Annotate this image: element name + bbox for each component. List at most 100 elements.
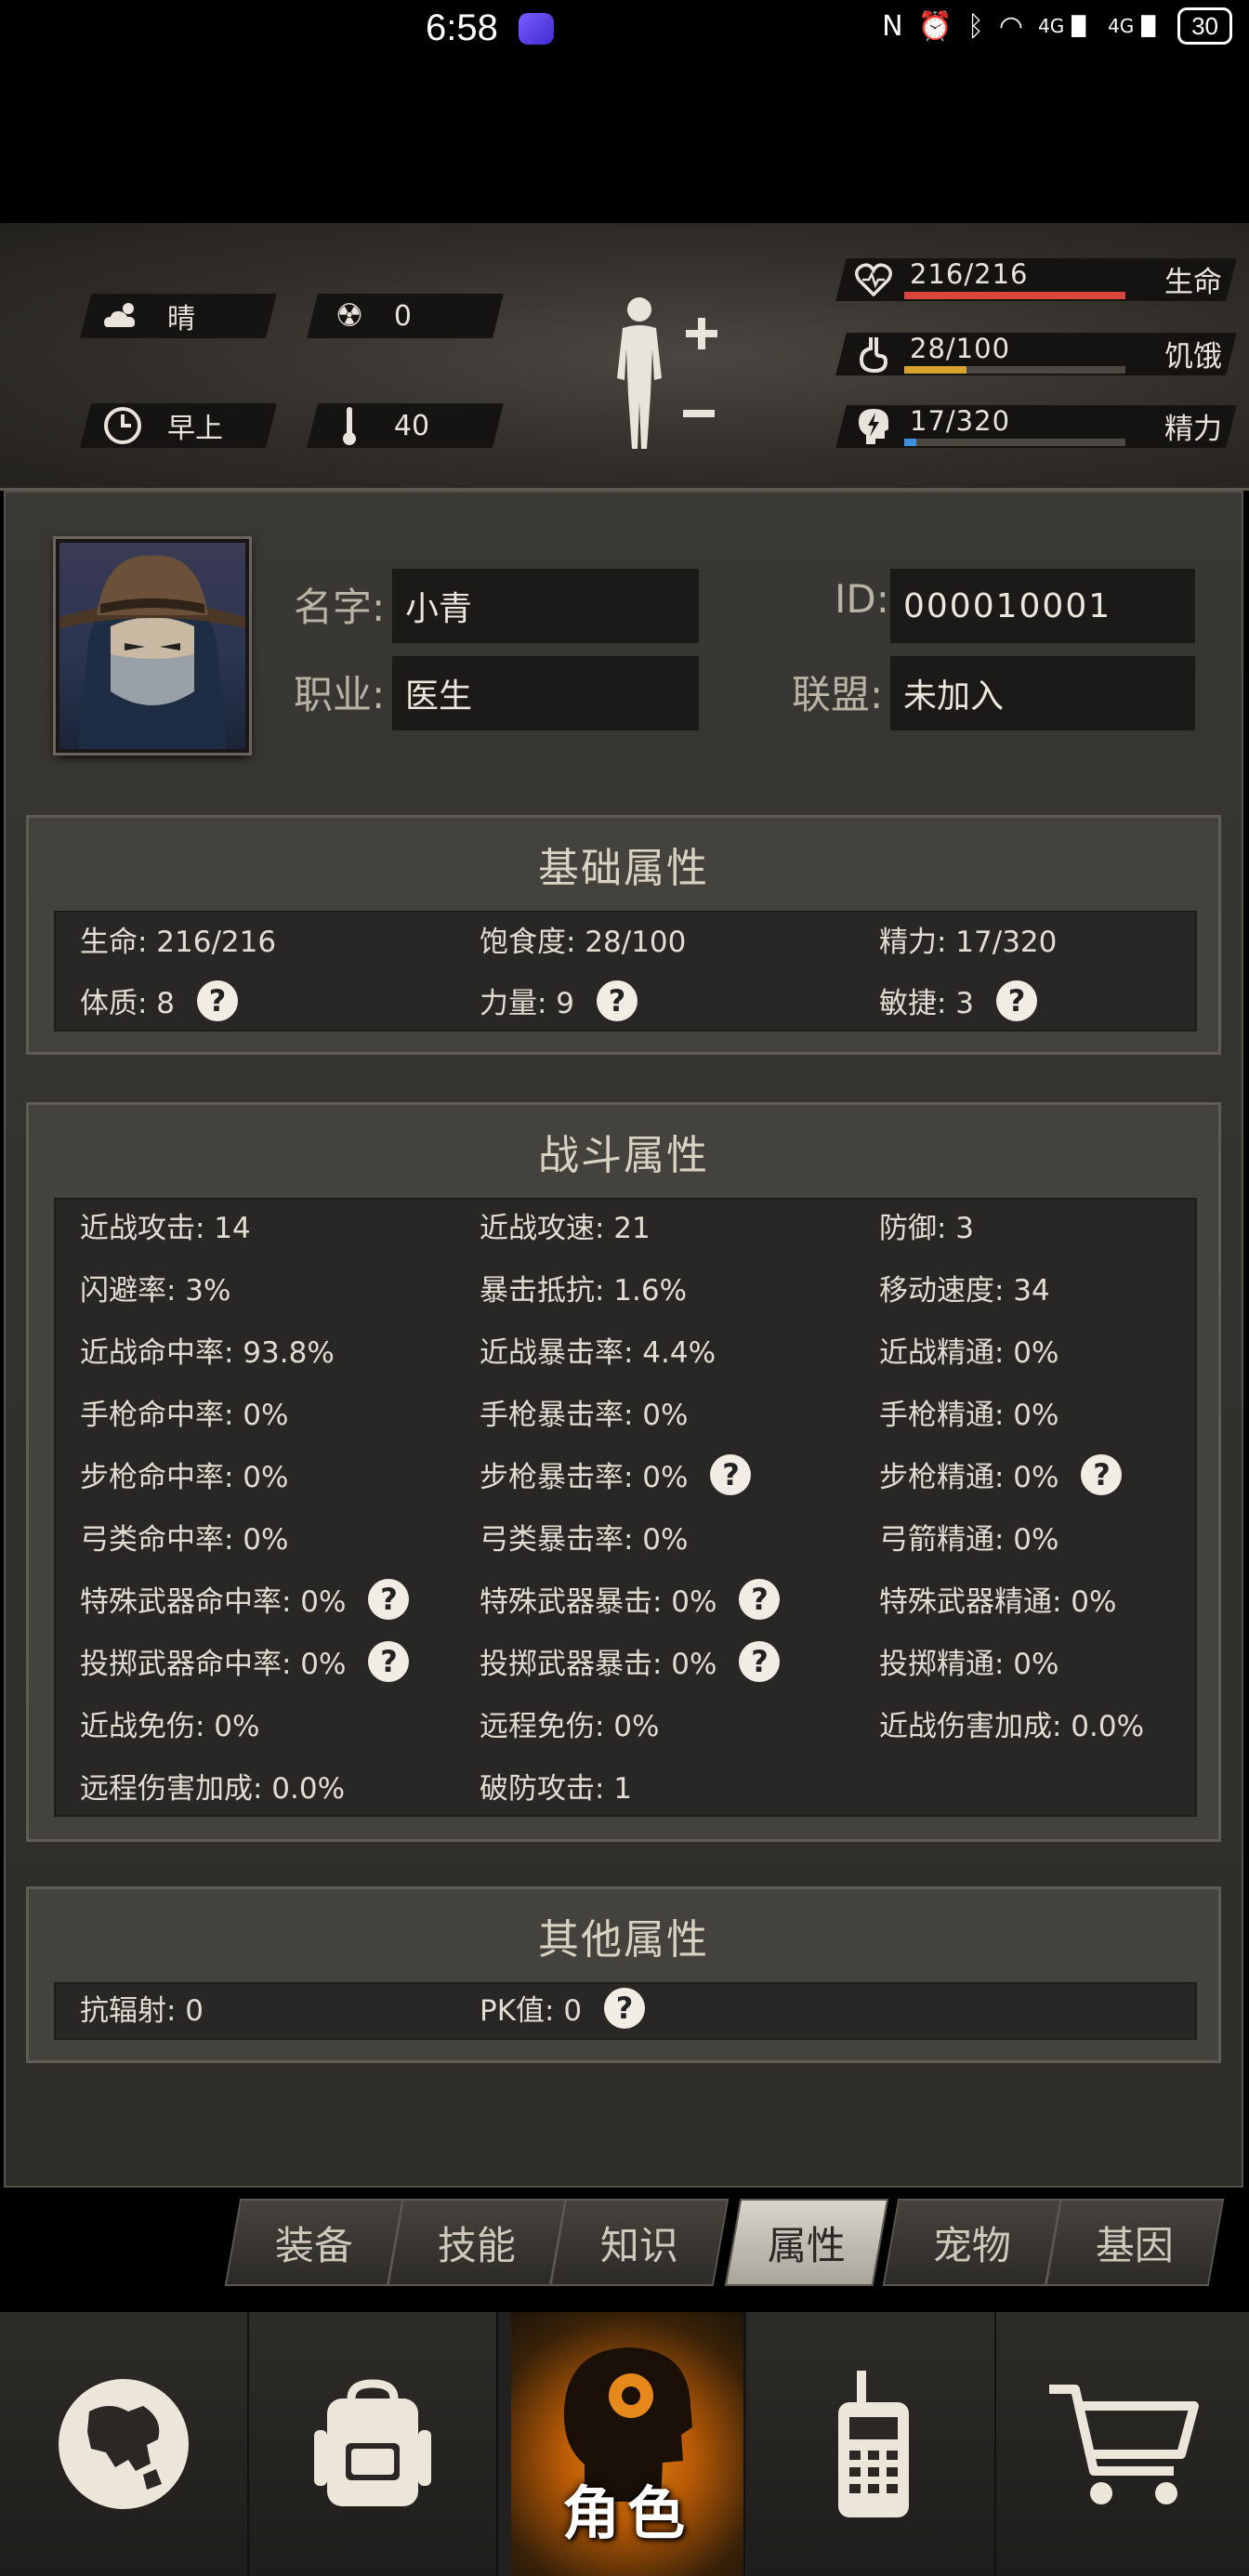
- attribute-text: 特殊武器暴击: 0%: [480, 1585, 717, 1619]
- human-body-icon: [617, 297, 717, 449]
- combat-attribute-6-1: 特殊武器暴击: 0%?: [480, 1578, 781, 1620]
- alliance-field: 未加入: [890, 656, 1195, 730]
- combat-attribute-4-0: 步枪命中率: 0%: [80, 1453, 288, 1495]
- attribute-text: 手枪命中率: 0%: [80, 1399, 289, 1432]
- help-icon[interactable]: ?: [604, 1987, 646, 2029]
- energy-value: 17/320: [910, 405, 1011, 437]
- help-icon[interactable]: ?: [1081, 1453, 1123, 1495]
- shopping-cart-icon: [1049, 2385, 1199, 2504]
- stat-row-energy: 17/320 精力: [835, 403, 1237, 452]
- other-attributes-section: 其他属性: [26, 1886, 1221, 2063]
- body-status-button[interactable]: [604, 293, 730, 460]
- tab-knowledge[interactable]: 知识: [549, 2199, 730, 2286]
- combat-attribute-2-2: 近战精通: 0%: [879, 1329, 1058, 1371]
- attribute-text: 闪避率: 3%: [80, 1274, 231, 1308]
- weather-cloud-sun-icon: [99, 294, 147, 338]
- attribute-text: 近战伤害加成: 0.0%: [879, 1710, 1145, 1743]
- attribute-text: 体质: 8: [80, 987, 176, 1020]
- nav-radio[interactable]: [747, 2312, 996, 2576]
- clock-icon: [99, 403, 147, 448]
- combat-attribute-5-1: 弓类暴击率: 0%: [480, 1516, 688, 1557]
- help-icon[interactable]: ?: [368, 1640, 410, 1682]
- nav-inventory[interactable]: [249, 2312, 498, 2576]
- help-icon[interactable]: ?: [197, 979, 239, 1021]
- radiation-icon: ☢: [335, 297, 364, 335]
- nav-character-label: 角色: [561, 2479, 692, 2547]
- attribute-text: 特殊武器命中率: 0%: [80, 1585, 347, 1619]
- battery-icon: 30: [1177, 7, 1232, 45]
- help-icon[interactable]: ?: [739, 1640, 781, 1682]
- nav-world[interactable]: [0, 2312, 249, 2576]
- tab-attributes[interactable]: 属性: [724, 2199, 889, 2286]
- globe-icon: [59, 2379, 189, 2509]
- weather-value: 晴: [167, 303, 195, 335]
- help-icon[interactable]: ?: [597, 979, 638, 1021]
- combat-attribute-5-2: 弓箭精通: 0%: [879, 1516, 1058, 1557]
- status-time: 6:58: [426, 7, 498, 48]
- attribute-text: 近战精通: 0%: [879, 1336, 1059, 1370]
- attribute-text: 近战攻击: 14: [80, 1212, 251, 1245]
- attribute-text: 敏捷: 3: [879, 987, 975, 1020]
- other-attribute-0-0: 抗辐射: 0: [80, 1987, 204, 2029]
- other-attributes-title: 其他属性: [538, 1916, 709, 1964]
- help-icon[interactable]: ?: [739, 1578, 781, 1620]
- combat-attribute-1-0: 闪避率: 3%: [80, 1267, 230, 1308]
- wifi-icon: ◠: [998, 9, 1024, 43]
- attribute-text: 破防攻击: 1: [480, 1772, 633, 1806]
- attribute-text: 手枪精通: 0%: [879, 1399, 1059, 1432]
- attribute-text: 投掷武器命中率: 0%: [80, 1648, 347, 1681]
- combat-attribute-0-2: 防御: 3: [879, 1204, 974, 1246]
- attribute-text: 手枪暴击率: 0%: [480, 1399, 689, 1432]
- attribute-text: 近战暴击率: 4.4%: [480, 1336, 717, 1370]
- combat-attribute-5-0: 弓类命中率: 0%: [80, 1516, 288, 1557]
- job-label: 职业:: [294, 672, 386, 717]
- nfc-icon: N: [882, 9, 903, 43]
- job-field: 医生: [392, 656, 699, 730]
- combat-attribute-9-1: 破防攻击: 1: [480, 1765, 632, 1807]
- hunger-label: 饥饿: [1164, 340, 1222, 374]
- health-bar: [904, 292, 1125, 299]
- help-icon[interactable]: ?: [710, 1453, 752, 1495]
- nav-character[interactable]: 角色: [511, 2312, 745, 2576]
- basic-attributes-title: 基础属性: [538, 845, 709, 892]
- attribute-text: 精力: 17/320: [879, 926, 1058, 959]
- name-field: 小青: [392, 569, 699, 643]
- nav-shop[interactable]: [996, 2312, 1249, 2576]
- help-icon[interactable]: ?: [996, 979, 1038, 1021]
- hunger-bar: [904, 366, 1125, 374]
- walkie-talkie-icon: [838, 2371, 909, 2517]
- attribute-text: 弓类暴击率: 0%: [480, 1523, 689, 1557]
- combat-attribute-3-1: 手枪暴击率: 0%: [480, 1391, 688, 1433]
- tab-pets[interactable]: 宠物: [882, 2199, 1062, 2286]
- energy-label: 精力: [1164, 413, 1222, 446]
- combat-attribute-8-1: 远程免伤: 0%: [480, 1702, 659, 1744]
- combat-attribute-2-0: 近战命中率: 93.8%: [80, 1329, 335, 1371]
- time-of-day-value: 早上: [167, 413, 223, 445]
- tab-skills[interactable]: 技能: [387, 2199, 567, 2286]
- radiation-chip: ☢ 0: [307, 294, 504, 338]
- attribute-text: 防御: 3: [879, 1212, 975, 1245]
- app-notification-icon: [519, 13, 554, 45]
- tab-equipment[interactable]: 装备: [224, 2199, 404, 2286]
- combat-attribute-2-1: 近战暴击率: 4.4%: [480, 1329, 716, 1371]
- time-of-day-chip: 早上: [80, 403, 277, 448]
- name-label: 名字:: [294, 585, 386, 630]
- temperature-value: 40: [394, 409, 430, 442]
- alarm-icon: ⏰: [917, 9, 953, 43]
- health-label: 生命: [1164, 266, 1222, 299]
- combat-attribute-0-0: 近战攻击: 14: [80, 1204, 251, 1246]
- character-avatar[interactable]: [56, 539, 249, 753]
- health-value: 216/216: [910, 258, 1029, 290]
- bottom-nav: 角色: [0, 2312, 1249, 2576]
- help-icon[interactable]: ?: [368, 1578, 410, 1620]
- bluetooth-icon: ᛒ: [966, 9, 984, 43]
- hunger-value: 28/100: [910, 333, 1011, 364]
- tab-genes[interactable]: 基因: [1045, 2199, 1225, 2286]
- attribute-text: 远程免伤: 0%: [480, 1710, 660, 1743]
- attribute-text: PK值: 0: [480, 1994, 583, 2028]
- basic-attribute-1-2: 敏捷: 3?: [879, 979, 1038, 1021]
- basic-attribute-0-0: 生命: 216/216: [80, 918, 276, 960]
- attribute-text: 投掷精通: 0%: [879, 1648, 1059, 1681]
- attribute-text: 特殊武器精通: 0%: [879, 1585, 1117, 1619]
- stomach-icon: [852, 333, 895, 375]
